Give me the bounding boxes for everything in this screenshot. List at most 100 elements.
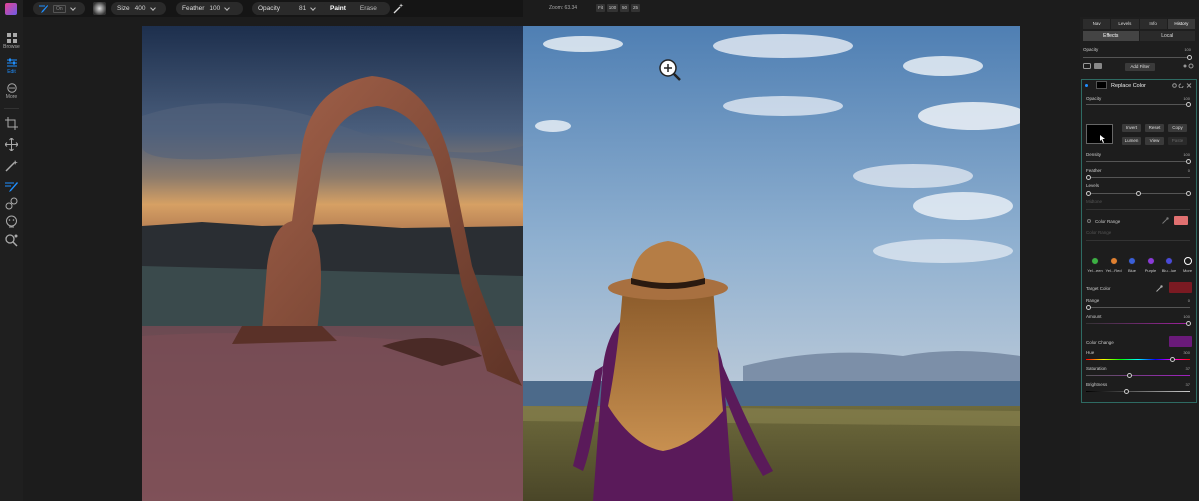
left-rail: Browse Edit More [0,0,23,501]
target-color-swatch[interactable] [1169,282,1192,293]
color-range-swatch[interactable] [1174,216,1188,225]
layer-opacity-slider[interactable] [1083,57,1191,58]
rail-edit[interactable]: Edit [0,58,23,75]
tab-effects[interactable]: Effects [1083,31,1139,41]
color-change-swatch[interactable] [1169,336,1192,347]
color-preset-1[interactable] [1109,257,1118,265]
filter-enabled-dot[interactable] [1085,84,1088,87]
saturation-slider[interactable] [1086,375,1190,376]
rail-more[interactable]: More [0,83,23,100]
add-filter-button[interactable]: Add Filter [1125,63,1155,71]
brush-mode-select[interactable]: On [33,2,85,15]
mask-icon[interactable] [1094,63,1102,69]
zoom-tool-icon[interactable] [5,234,18,247]
zoom-fit-button[interactable]: Fit [596,4,605,12]
color-preset-label: Purple [1144,268,1157,273]
filter-title: Replace Color [1111,83,1146,89]
saturation-knob[interactable] [1127,373,1132,378]
amount-slider[interactable] [1086,323,1190,324]
filter-mask-thumb[interactable] [1096,81,1107,89]
lumen-button[interactable]: Lumen [1122,137,1141,145]
layer-opacity-knob[interactable] [1187,55,1192,60]
tab-local[interactable]: Local [1139,31,1195,41]
color-preset-label: More [1182,268,1193,273]
levels-low-knob[interactable] [1086,191,1091,196]
paint-button[interactable]: Paint [323,2,353,15]
link-icon[interactable] [1083,63,1091,69]
density-label: Density [1086,152,1102,157]
tab-history[interactable]: History [1167,19,1195,29]
zoom-25-button[interactable]: 25 [631,4,640,12]
canvas-image-arch[interactable] [142,26,523,501]
chevron-down-icon [149,4,156,11]
feather-control[interactable]: Feather 100 [176,2,243,15]
move-icon[interactable] [5,138,18,151]
color-preset-label: Blue [1127,268,1136,273]
opacity-value: 81 [299,5,307,12]
color-preset-3[interactable] [1146,257,1155,265]
size-control[interactable]: Size 400 [111,2,166,15]
color-range-slider[interactable] [1086,240,1190,241]
brush-mode-value: On [53,4,66,13]
filter-opacity-slider[interactable] [1086,104,1190,105]
range-knob[interactable] [1086,305,1091,310]
brightness-value: 37 [1185,382,1190,387]
layer-actions-icon[interactable] [1183,63,1195,69]
density-value: 100 [1183,152,1190,157]
midtone-slider[interactable] [1086,209,1190,210]
color-preset-0[interactable] [1091,257,1099,265]
pointer-cursor-icon [1100,135,1105,143]
levels-mid-knob[interactable] [1136,191,1141,196]
mask-feather-slider[interactable] [1086,177,1190,178]
hue-label: Hue [1086,350,1095,355]
eyedropper-icon[interactable] [1156,285,1163,292]
erase-button[interactable]: Erase [353,2,384,15]
copy-button[interactable]: Copy [1168,124,1187,132]
tab-nav[interactable]: Nav [1083,19,1111,29]
canvas-image-field[interactable] [523,26,1020,501]
color-range-toggle[interactable] [1087,219,1091,223]
mask-feather-knob[interactable] [1086,175,1091,180]
hue-knob[interactable] [1170,357,1175,362]
crop-icon[interactable] [5,117,18,130]
reset-button[interactable]: Reset [1145,124,1164,132]
brush-magic-icon[interactable] [393,3,404,14]
range-slider[interactable] [1086,307,1190,308]
clone-icon[interactable] [5,197,18,210]
filter-opacity-label: Opacity [1086,96,1102,101]
zoom-bar: Zoom: 63.34 Fit 100 50 25 [523,0,1080,17]
tab-levels[interactable]: Levels [1111,19,1139,29]
tab-info[interactable]: Info [1139,19,1167,29]
density-slider[interactable] [1086,161,1190,162]
invert-button[interactable]: Invert [1122,124,1141,132]
brush-icon[interactable] [5,180,18,193]
brightness-knob[interactable] [1124,389,1129,394]
more-icon [6,83,17,93]
brush-tool-icon [39,5,48,13]
color-preset-2[interactable] [1128,257,1136,265]
density-knob[interactable] [1186,159,1191,164]
chevron-down-icon [69,4,76,11]
retouch-icon[interactable] [5,215,18,228]
size-label: Size [117,5,130,12]
rail-browse[interactable]: Browse [0,33,23,50]
view-button[interactable]: View [1145,137,1164,145]
brush-preview[interactable] [93,2,106,15]
color-preset-5[interactable] [1183,257,1192,265]
brightness-slider[interactable] [1086,391,1190,392]
paste-button[interactable]: Paste [1168,137,1187,145]
eyedropper-icon[interactable] [1162,217,1169,224]
brush-toolbar: On Size 400 Feather 100 Opacity 81 Paint… [23,0,523,17]
filter-opacity-knob[interactable] [1186,102,1191,107]
amount-knob[interactable] [1186,321,1191,326]
levels-high-knob[interactable] [1186,191,1191,196]
filter-controls-icon[interactable] [1172,83,1194,88]
field-photo [523,26,1020,501]
grid-icon [6,33,17,43]
magic-wand-icon[interactable] [5,159,18,172]
mask-preview[interactable] [1086,124,1113,144]
zoom-50-button[interactable]: 50 [620,4,629,12]
feather-value: 100 [209,5,221,12]
color-preset-4[interactable] [1165,257,1173,265]
zoom-100-button[interactable]: 100 [607,4,618,12]
